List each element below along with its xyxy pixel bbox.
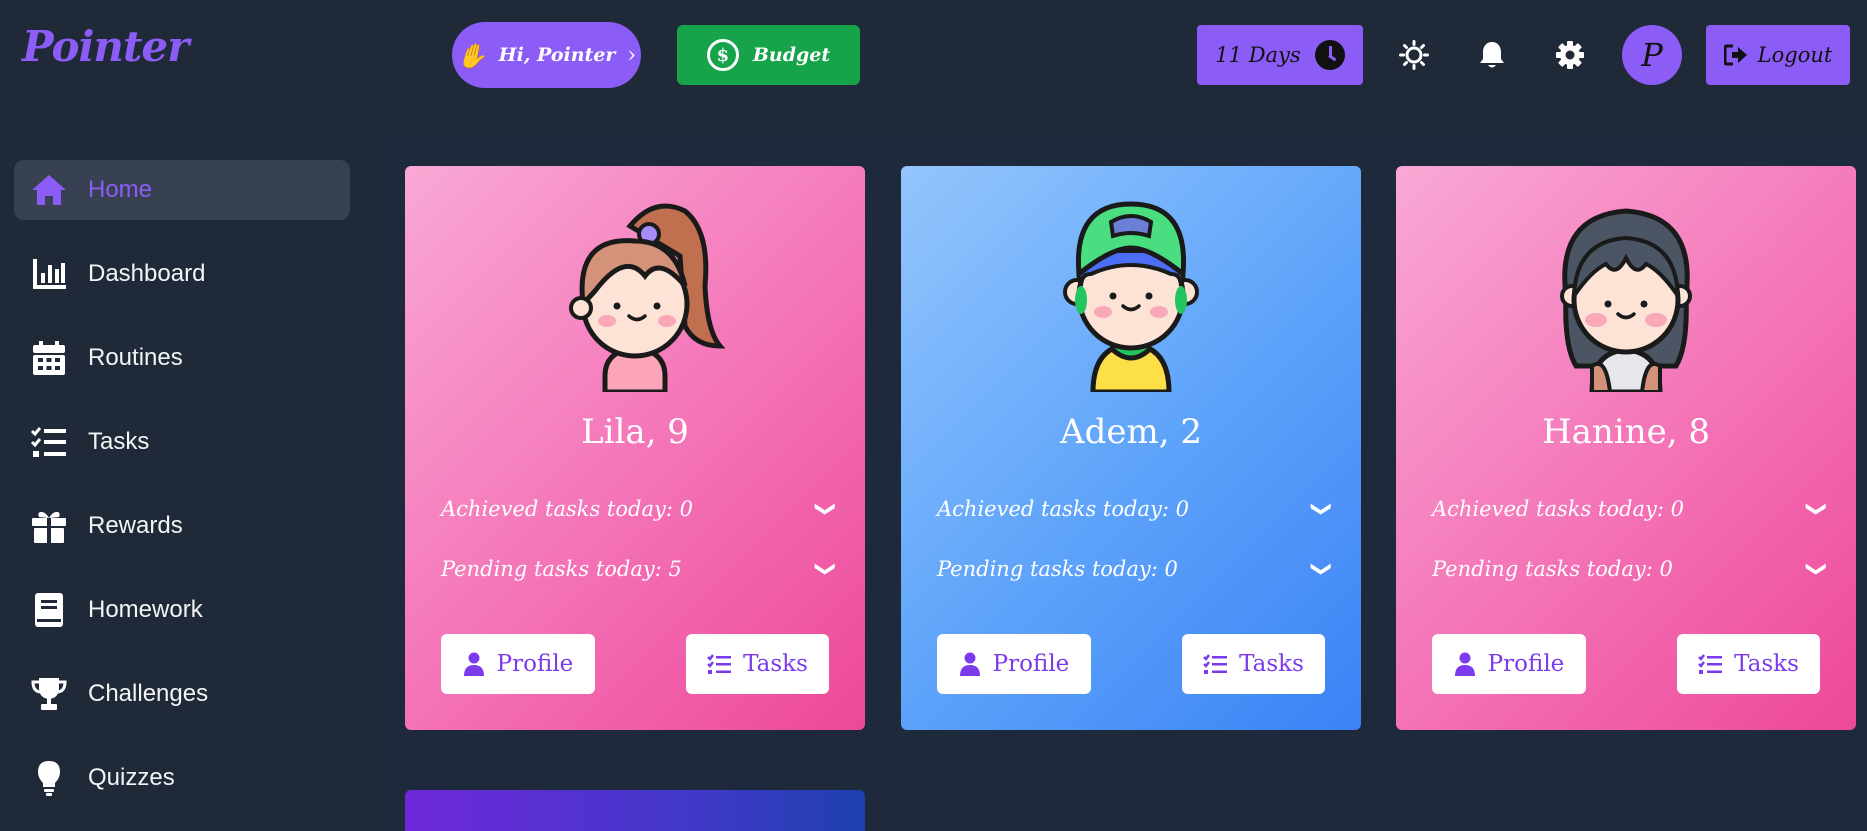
sidebar-item-label: Home	[88, 176, 153, 203]
user-avatar[interactable]: P	[1622, 25, 1682, 85]
achieved-tasks-label: Achieved tasks today: 0	[441, 497, 693, 521]
profile-label: Profile	[1487, 651, 1565, 677]
achieved-tasks-label: Achieved tasks today: 0	[937, 497, 1189, 521]
sidebar-item-quizzes[interactable]: Quizzes	[14, 748, 350, 808]
profile-button[interactable]: Profile	[441, 634, 595, 694]
trophy-icon	[31, 678, 67, 710]
budget-label: Budget	[752, 44, 831, 66]
sidebar-item-label: Routines	[88, 344, 183, 371]
book-icon	[35, 593, 63, 627]
kid-card: Lila, 9 Achieved tasks today: 0 ❯ Pendin…	[405, 166, 865, 730]
app-logo[interactable]: Pointer	[22, 22, 189, 71]
days-label: 11 Days	[1215, 43, 1301, 67]
achieved-tasks-row[interactable]: Achieved tasks today: 0 ❯	[441, 489, 839, 529]
budget-button[interactable]: $ Budget	[677, 25, 860, 85]
days-counter-button[interactable]: 11 Days	[1197, 25, 1363, 85]
chevron-right-icon: ›	[627, 42, 637, 68]
gear-icon	[1556, 41, 1584, 69]
achieved-tasks-row[interactable]: Achieved tasks today: 0 ❯	[1432, 489, 1830, 529]
logout-label: Logout	[1757, 43, 1833, 67]
sidebar-item-label: Quizzes	[88, 764, 175, 791]
chevron-down-icon: ❯	[1310, 560, 1335, 578]
profile-label: Profile	[992, 651, 1070, 677]
bar-chart-icon	[33, 259, 66, 289]
clock-icon	[1314, 40, 1345, 70]
girl-dark-hair-avatar-icon	[1560, 208, 1692, 392]
kid-name: Lila, 9	[581, 412, 689, 452]
waving-hand-icon: ✋	[456, 40, 487, 70]
chevron-down-icon: ❯	[814, 500, 839, 518]
tasks-button[interactable]: Tasks	[1677, 634, 1820, 694]
bell-icon	[1480, 42, 1504, 68]
dollar-icon: $	[706, 39, 739, 71]
pending-tasks-label: Pending tasks today: 0	[1432, 557, 1673, 581]
girl-ponytail-avatar-icon	[569, 203, 726, 392]
user-icon	[959, 652, 980, 676]
sidebar-item-challenges[interactable]: Challenges	[14, 664, 350, 724]
sidebar-item-home[interactable]: Home	[14, 160, 350, 220]
lightbulb-icon	[38, 761, 60, 796]
checklist-icon	[707, 654, 732, 674]
sidebar-item-label: Rewards	[88, 512, 183, 539]
pending-tasks-label: Pending tasks today: 0	[937, 557, 1178, 581]
greeting-button[interactable]: ✋ Hi, Pointer ›	[452, 22, 641, 88]
kid-name: Hanine, 8	[1542, 412, 1710, 452]
theme-toggle-button[interactable]	[1391, 32, 1437, 78]
user-icon	[1454, 652, 1475, 676]
kid-card: Adem, 2 Achieved tasks today: 0 ❯ Pendin…	[901, 166, 1361, 730]
logout-button[interactable]: Logout	[1706, 25, 1850, 85]
sidebar-item-label: Tasks	[88, 428, 150, 455]
partial-card	[405, 790, 865, 831]
checklist-icon	[30, 427, 66, 457]
logout-icon	[1723, 44, 1747, 66]
chevron-down-icon: ❯	[1310, 500, 1335, 518]
top-header: Pointer ✋ Hi, Pointer › $ Budget 11 Days	[0, 0, 1867, 110]
user-icon	[463, 652, 484, 676]
kid-card: Hanine, 8 Achieved tasks today: 0 ❯ Pend…	[1396, 166, 1856, 730]
notifications-button[interactable]	[1469, 32, 1515, 78]
chevron-down-icon: ❯	[814, 560, 839, 578]
boy-cap-avatar-icon	[1063, 201, 1199, 392]
calendar-icon	[33, 341, 65, 375]
sidebar-item-routines[interactable]: Routines	[14, 328, 350, 388]
settings-button[interactable]	[1547, 32, 1593, 78]
pending-tasks-label: Pending tasks today: 5	[441, 557, 682, 581]
sidebar-item-homework[interactable]: Homework	[14, 580, 350, 640]
tasks-button[interactable]: Tasks	[686, 634, 829, 694]
sidebar-item-label: Challenges	[88, 680, 209, 707]
greeting-label: Hi, Pointer	[498, 44, 616, 66]
achieved-tasks-row[interactable]: Achieved tasks today: 0 ❯	[937, 489, 1335, 529]
chevron-down-icon: ❯	[1805, 500, 1830, 518]
sidebar-item-label: Dashboard	[88, 260, 206, 287]
sidebar-item-label: Homework	[88, 596, 203, 623]
main-content: Lila, 9 Achieved tasks today: 0 ❯ Pendin…	[375, 136, 1867, 831]
checklist-icon	[1698, 654, 1723, 674]
pending-tasks-row[interactable]: Pending tasks today: 5 ❯	[441, 549, 839, 589]
sidebar-item-dashboard[interactable]: Dashboard	[14, 244, 350, 304]
sidebar-item-rewards[interactable]: Rewards	[14, 496, 350, 556]
tasks-label: Tasks	[1734, 651, 1799, 677]
sun-icon	[1399, 40, 1429, 70]
chevron-down-icon: ❯	[1805, 560, 1830, 578]
profile-button[interactable]: Profile	[937, 634, 1091, 694]
tasks-button[interactable]: Tasks	[1182, 634, 1325, 694]
profile-button[interactable]: Profile	[1432, 634, 1586, 694]
gift-icon	[32, 511, 66, 543]
pending-tasks-row[interactable]: Pending tasks today: 0 ❯	[937, 549, 1335, 589]
sidebar-item-tasks[interactable]: Tasks	[14, 412, 350, 472]
pending-tasks-row[interactable]: Pending tasks today: 0 ❯	[1432, 549, 1830, 589]
profile-label: Profile	[496, 651, 574, 677]
home-icon	[32, 175, 66, 205]
kid-name: Adem, 2	[1060, 412, 1202, 452]
checklist-icon	[1203, 654, 1228, 674]
tasks-label: Tasks	[743, 651, 808, 677]
tasks-label: Tasks	[1239, 651, 1304, 677]
achieved-tasks-label: Achieved tasks today: 0	[1432, 497, 1684, 521]
